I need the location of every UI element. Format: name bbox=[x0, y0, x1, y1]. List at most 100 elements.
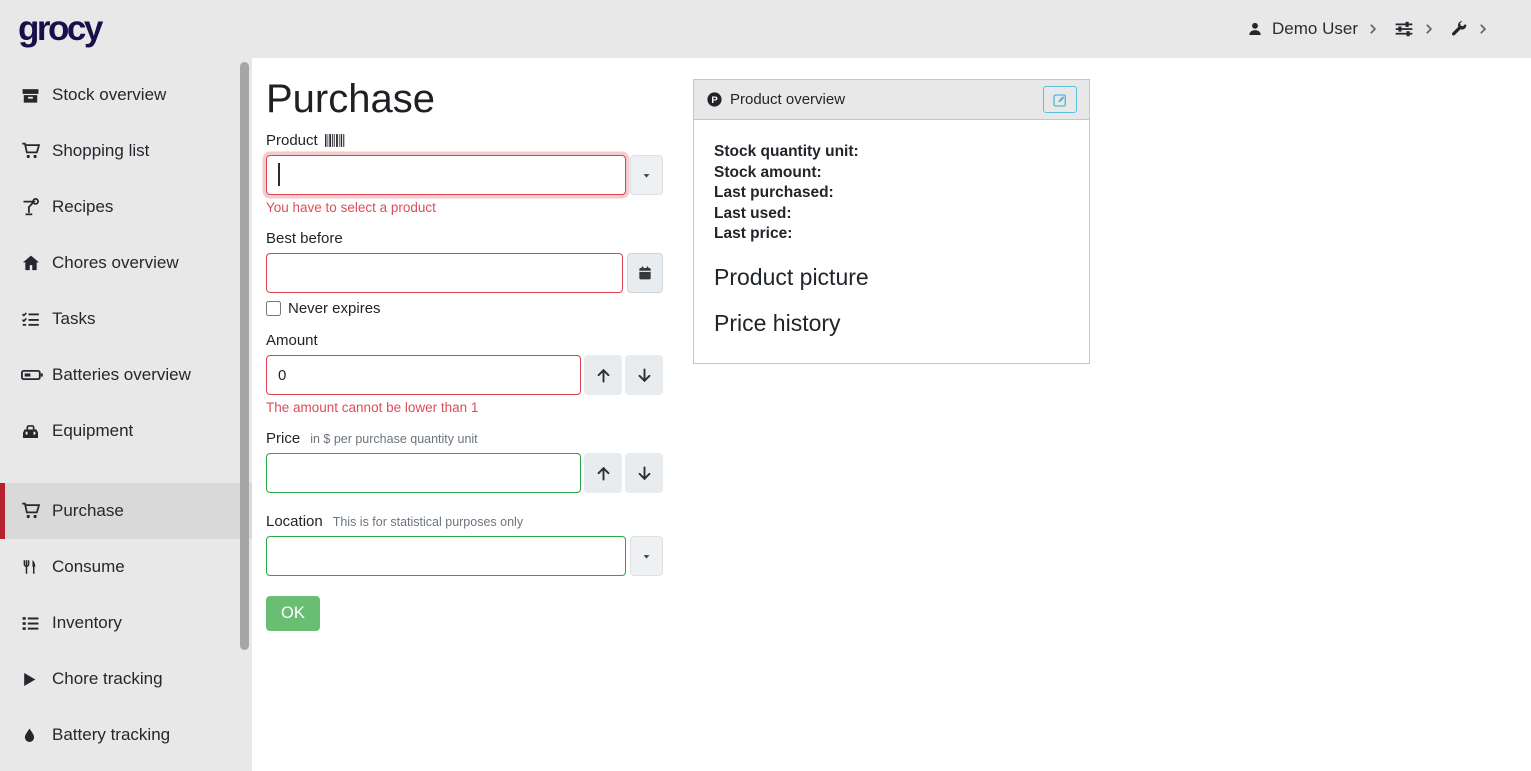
location-hint: This is for statistical purposes only bbox=[333, 515, 523, 529]
page-title: Purchase bbox=[266, 77, 663, 122]
box-icon bbox=[21, 86, 43, 105]
stat-last-used: Last used: bbox=[714, 204, 1069, 225]
amount-label: Amount bbox=[266, 332, 318, 349]
sidebar-item-label: Equipment bbox=[52, 421, 133, 441]
play-icon bbox=[21, 671, 43, 688]
edit-icon bbox=[1052, 92, 1068, 108]
list-icon bbox=[21, 614, 43, 633]
sidebar-item-tasks[interactable]: Tasks bbox=[0, 291, 252, 347]
chevron-right-icon bbox=[1367, 23, 1379, 35]
arrow-down-icon bbox=[636, 367, 653, 384]
best-before-input[interactable] bbox=[266, 253, 623, 293]
amount-increment-button[interactable] bbox=[584, 355, 622, 395]
stat-last-price: Last price: bbox=[714, 224, 1069, 245]
sidebar-item-recipes[interactable]: Recipes bbox=[0, 179, 252, 235]
location-label: Location bbox=[266, 513, 323, 530]
product-circle-icon: P bbox=[706, 91, 723, 108]
stat-stock-amount: Stock amount: bbox=[714, 163, 1069, 184]
sliders-icon bbox=[1394, 19, 1414, 39]
app-window: grocy Demo User bbox=[0, 0, 1531, 771]
text-cursor bbox=[278, 163, 280, 186]
barcode-icon[interactable] bbox=[325, 134, 345, 147]
shopping-cart-icon bbox=[21, 141, 43, 161]
sidebar: Stock overview Shopping list Recipes Cho… bbox=[0, 58, 252, 771]
price-history-heading: Price history bbox=[714, 310, 1069, 337]
sidebar-item-label: Chore tracking bbox=[52, 669, 163, 689]
arrow-up-icon bbox=[595, 465, 612, 482]
sidebar-item-chores-overview[interactable]: Chores overview bbox=[0, 235, 252, 291]
never-expires-checkbox[interactable] bbox=[266, 301, 281, 316]
sidebar-item-shopping-list[interactable]: Shopping list bbox=[0, 123, 252, 179]
user-menu-label: Demo User bbox=[1272, 19, 1358, 39]
svg-text:P: P bbox=[711, 95, 718, 106]
user-menu[interactable]: Demo User bbox=[1247, 19, 1379, 39]
settings-menu[interactable] bbox=[1394, 19, 1435, 39]
location-dropdown-button[interactable] bbox=[630, 536, 663, 576]
price-decrement-button[interactable] bbox=[625, 453, 663, 493]
grocy-logo[interactable]: grocy bbox=[18, 9, 101, 49]
amount-decrement-button[interactable] bbox=[625, 355, 663, 395]
product-field-group: Product You have to select a product bbox=[266, 132, 663, 215]
location-input[interactable] bbox=[266, 536, 626, 576]
sidebar-item-equipment[interactable]: Equipment bbox=[0, 403, 252, 459]
shopping-cart-icon bbox=[21, 501, 43, 521]
purchase-form: Purchase Product bbox=[266, 75, 663, 631]
home-icon bbox=[21, 253, 43, 273]
battery-icon bbox=[21, 364, 43, 386]
admin-menu[interactable] bbox=[1450, 20, 1489, 38]
sidebar-item-label: Inventory bbox=[52, 613, 122, 633]
price-label: Price bbox=[266, 430, 300, 447]
arrow-up-icon bbox=[595, 367, 612, 384]
top-bar: grocy Demo User bbox=[0, 0, 1531, 58]
chevron-right-icon bbox=[1423, 23, 1435, 35]
sidebar-item-consume[interactable]: Consume bbox=[0, 539, 252, 595]
price-input[interactable] bbox=[266, 453, 581, 493]
sidebar-item-batteries-overview[interactable]: Batteries overview bbox=[0, 347, 252, 403]
chevron-right-icon bbox=[1477, 23, 1489, 35]
amount-input[interactable] bbox=[266, 355, 581, 395]
sidebar-item-label: Recipes bbox=[52, 197, 113, 217]
stat-last-purchased: Last purchased: bbox=[714, 183, 1069, 204]
location-field-group: Location This is for statistical purpose… bbox=[266, 513, 663, 576]
ok-button[interactable]: OK bbox=[266, 596, 320, 631]
sidebar-item-label: Shopping list bbox=[52, 141, 149, 161]
edit-product-button[interactable] bbox=[1043, 86, 1077, 113]
arrow-down-icon bbox=[636, 465, 653, 482]
droplet-icon bbox=[21, 727, 43, 744]
cocktail-icon bbox=[21, 197, 43, 217]
price-field-group: Price in $ per purchase quantity unit bbox=[266, 430, 663, 493]
sidebar-item-label: Stock overview bbox=[52, 85, 166, 105]
product-overview-header: P Product overview bbox=[694, 80, 1089, 120]
product-overview-body: Stock quantity unit: Stock amount: Last … bbox=[694, 120, 1089, 363]
sidebar-item-label: Tasks bbox=[52, 309, 95, 329]
product-picture-heading: Product picture bbox=[714, 264, 1069, 291]
wrench-icon bbox=[1450, 20, 1468, 38]
sidebar-item-label: Consume bbox=[52, 557, 125, 577]
sidebar-item-stock-overview[interactable]: Stock overview bbox=[0, 67, 252, 123]
main-content: Purchase Product bbox=[252, 58, 1531, 771]
never-expires-label: Never expires bbox=[288, 300, 381, 317]
best-before-field-group: Best before Never expires bbox=[266, 230, 663, 317]
user-icon bbox=[1247, 21, 1263, 37]
price-hint: in $ per purchase quantity unit bbox=[310, 432, 477, 446]
sidebar-item-battery-tracking[interactable]: Battery tracking bbox=[0, 707, 252, 763]
product-input[interactable] bbox=[266, 155, 626, 195]
toolbox-icon bbox=[21, 422, 43, 441]
sidebar-item-label: Battery tracking bbox=[52, 725, 170, 745]
product-overview-title: Product overview bbox=[730, 91, 845, 108]
sidebar-item-chore-tracking[interactable]: Chore tracking bbox=[0, 651, 252, 707]
product-overview-card: P Product overview Stock quantity unit: … bbox=[693, 79, 1090, 364]
sidebar-item-label: Chores overview bbox=[52, 253, 179, 273]
tasks-icon bbox=[21, 310, 43, 329]
sidebar-item-label: Purchase bbox=[52, 501, 124, 521]
amount-error-text: The amount cannot be lower than 1 bbox=[266, 400, 663, 415]
product-label: Product bbox=[266, 132, 318, 149]
calendar-button[interactable] bbox=[627, 253, 663, 293]
sidebar-item-inventory[interactable]: Inventory bbox=[0, 595, 252, 651]
sidebar-scrollbar-thumb[interactable] bbox=[240, 62, 249, 650]
price-increment-button[interactable] bbox=[584, 453, 622, 493]
product-error-text: You have to select a product bbox=[266, 200, 663, 215]
sidebar-item-purchase[interactable]: Purchase bbox=[0, 483, 252, 539]
product-dropdown-button[interactable] bbox=[630, 155, 663, 195]
sidebar-item-label: Batteries overview bbox=[52, 365, 191, 385]
